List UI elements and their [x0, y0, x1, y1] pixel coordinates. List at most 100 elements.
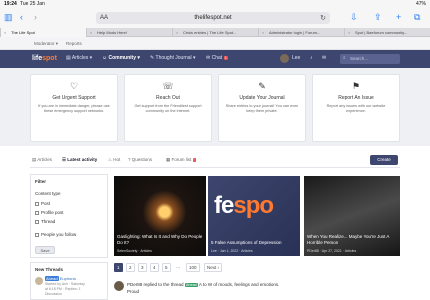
- checkbox[interactable]: [35, 201, 39, 206]
- card-reach-out[interactable]: ☏ Reach Out Get support from the Friendl…: [124, 74, 212, 142]
- document-icon: ▤: [66, 55, 71, 61]
- tab-hot[interactable]: ♨ Hot: [108, 157, 120, 163]
- back-icon[interactable]: ‹: [20, 11, 23, 23]
- tab-forum-list[interactable]: ▦ Forum list !: [166, 157, 196, 163]
- page-5[interactable]: 5: [162, 263, 171, 272]
- card-get-urgent-support[interactable]: ♡ Get Urgent Support If you are in immed…: [30, 74, 118, 142]
- checkbox[interactable]: [35, 219, 39, 224]
- sidebar-icon[interactable]: ▥: [4, 11, 13, 23]
- tile-meta: Lee · Jan 1, 2022 · Articles: [211, 249, 253, 253]
- activity-snippet: Proud: [127, 289, 140, 294]
- card-description: Share entries to your journal! You can e…: [225, 104, 299, 113]
- activity-item: PDer88 replied to the thread Ahead A to …: [114, 281, 400, 300]
- avatar[interactable]: [114, 281, 124, 291]
- filter-thread[interactable]: Thread: [35, 219, 55, 224]
- page-2[interactable]: 2: [126, 263, 135, 272]
- tab-latest-activity[interactable]: ☰ Latest activity: [62, 157, 97, 163]
- checkbox[interactable]: [35, 210, 39, 215]
- status-date: Tue 25 Jan: [20, 1, 45, 7]
- thread-tag: Ahead: [184, 283, 198, 287]
- chat-badge: 3: [223, 56, 228, 60]
- thread-title: Euphoria: [59, 276, 76, 281]
- page-100[interactable]: 100: [186, 263, 200, 272]
- close-icon[interactable]: ×: [348, 30, 350, 35]
- tab-strip: × The Life Spot × Help Mods Here! × Cris…: [0, 28, 430, 37]
- tabs-icon[interactable]: ⧉: [414, 11, 420, 23]
- close-icon[interactable]: ×: [90, 30, 92, 35]
- hands-icon: ☏: [162, 81, 174, 91]
- tab-articles[interactable]: ▤ Articles: [32, 157, 52, 163]
- nav-label: Thought Journal ▾: [155, 55, 196, 61]
- nav-articles[interactable]: ▤ Articles ▾: [66, 55, 92, 61]
- chat-icon: ✉: [206, 55, 211, 61]
- nav-community[interactable]: ☺ Community ▾: [102, 55, 140, 61]
- save-button[interactable]: Save: [35, 246, 55, 254]
- activity-tabs: ▤ Articles ☰ Latest activity ♨ Hot ? Que…: [0, 152, 430, 168]
- filter-panel: Filter Content type Post Profile post Th…: [30, 174, 108, 258]
- thread-link[interactable]: Ahead Euphoria: [45, 276, 76, 281]
- tile-gaslighting[interactable]: Gaslighting: What Is It and Why Do Peopl…: [114, 176, 206, 256]
- tab-admin-login[interactable]: × Administrator login | Forum...: [258, 28, 344, 37]
- tile-horrible-person[interactable]: When You Realize... Maybe You're Just A …: [304, 176, 400, 256]
- tab-label: Administrator login | Forum...: [269, 30, 321, 35]
- site-navigation: lifespot ▤ Articles ▾ ☺ Community ▾ ✎ Th…: [0, 50, 430, 68]
- tab-baeforum[interactable]: × Spot | Baeforum community...: [344, 28, 430, 37]
- download-icon[interactable]: ⇩: [350, 11, 358, 23]
- reload-icon[interactable]: ↻: [320, 14, 326, 22]
- page-4[interactable]: 4: [150, 263, 159, 272]
- thread-meta: at 6:18 PM · Replies: 1: [45, 287, 81, 291]
- checkbox[interactable]: [35, 232, 39, 237]
- journal-icon: ✎: [258, 81, 266, 91]
- thread-tag: Ahead: [45, 276, 59, 281]
- thread-title: A to W of moods, feelings and emotions.: [198, 282, 280, 287]
- hand-heart-icon: ♡: [69, 81, 79, 91]
- page-1[interactable]: 1: [114, 263, 123, 272]
- reports-link[interactable]: Reports: [66, 41, 82, 46]
- site-logo[interactable]: lifespot: [32, 55, 57, 62]
- nav-thought-journal[interactable]: ✎ Thought Journal ▾: [150, 55, 196, 61]
- close-icon[interactable]: ×: [262, 30, 264, 35]
- page-3[interactable]: 3: [138, 263, 147, 272]
- filter-title: Filter: [35, 179, 47, 184]
- users-icon: ☺: [102, 55, 108, 61]
- forward-icon[interactable]: ›: [34, 11, 37, 23]
- filter-profile-post[interactable]: Profile post: [35, 210, 64, 215]
- share-icon[interactable]: ⇪: [374, 11, 382, 23]
- new-threads-title: New Threads: [35, 267, 64, 272]
- plus-icon[interactable]: +: [396, 11, 401, 23]
- user-name[interactable]: Lee: [292, 55, 300, 61]
- option-label: People you follow: [41, 232, 77, 237]
- search-input[interactable]: ⌕ Search...: [340, 54, 400, 64]
- tab-help-mods[interactable]: × Help Mods Here!: [86, 28, 172, 37]
- card-report-issue[interactable]: ⚑ Report An Issue Report any issues with…: [312, 74, 400, 142]
- tile-false-assumptions[interactable]: fespo 5 False Assumptions of Depression …: [208, 176, 300, 256]
- tab-questions[interactable]: ? Questions: [128, 157, 152, 162]
- next-button[interactable]: Next ›: [204, 263, 223, 272]
- tab-label: Articles: [37, 157, 53, 162]
- tile-meta: SelenSociety · Articles: [117, 249, 152, 253]
- close-icon[interactable]: ×: [4, 30, 6, 35]
- create-button[interactable]: Create: [370, 155, 398, 165]
- tab-label: Latest activity: [67, 157, 98, 162]
- avatar[interactable]: [35, 277, 43, 285]
- filter-post[interactable]: Post: [35, 201, 50, 206]
- tile-logo: fespo: [214, 192, 274, 220]
- card-description: Report any issues with our website exper…: [326, 104, 386, 113]
- nav-label: Articles ▾: [71, 55, 93, 61]
- card-update-journal[interactable]: ✎ Update Your Journal Share entries to y…: [218, 74, 306, 142]
- battery-indicator: 47%: [415, 1, 426, 7]
- moderator-menu[interactable]: Moderator ▾: [34, 41, 58, 47]
- filter-people-you-follow[interactable]: People you follow: [35, 232, 76, 237]
- alerts-icon[interactable]: ♪: [310, 55, 313, 61]
- nav-chat[interactable]: ✉ Chat 3: [206, 55, 228, 61]
- card-description: If you are in immediate danger, please u…: [38, 104, 110, 113]
- tile-title: When You Realize... Maybe You're Just A …: [307, 234, 390, 245]
- journal-icon: ✎: [150, 55, 155, 61]
- avatar[interactable]: [280, 54, 289, 63]
- tab-crisis-entries[interactable]: × Crisis entries | The Life Spot...: [172, 28, 258, 37]
- address-bar[interactable]: AA thelifespot.net ↻: [96, 12, 330, 24]
- activity-text[interactable]: PDer88 replied to the thread Ahead A to …: [127, 282, 279, 287]
- close-icon[interactable]: ×: [176, 30, 178, 35]
- inbox-icon[interactable]: ✉: [322, 55, 326, 61]
- tab-the-life-spot[interactable]: × The Life Spot: [0, 28, 86, 37]
